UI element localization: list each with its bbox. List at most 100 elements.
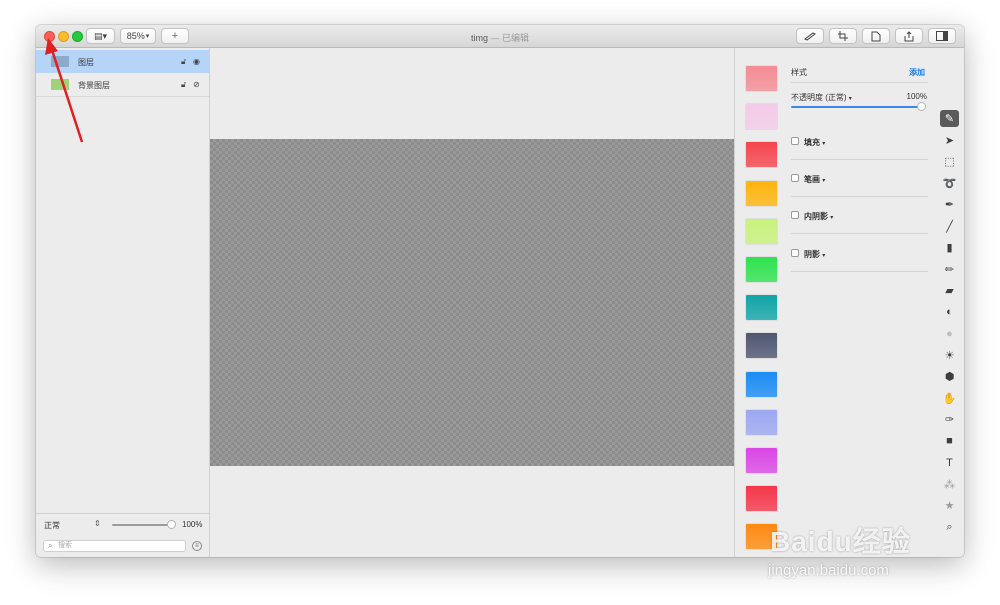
watermark-url: jingyan.baidu.com xyxy=(768,562,889,579)
effect-shadow[interactable]: 阴影 ▾ xyxy=(791,235,928,272)
style-opacity-knob[interactable] xyxy=(917,102,926,111)
effect-stroke[interactable]: 笔画 ▾ xyxy=(791,160,928,197)
styles-title: 样式 xyxy=(791,68,807,77)
blend-bar: 正常 ⇕ 100% xyxy=(36,513,209,535)
eye-hidden-icon[interactable]: ⊘ xyxy=(193,80,200,89)
chevron-down-icon: ▾ xyxy=(822,141,826,147)
style-swatch[interactable] xyxy=(746,295,777,321)
unlock-icon[interactable]: 🔓︎ xyxy=(181,80,186,90)
style-swatch[interactable] xyxy=(746,104,777,130)
style-opacity: 不透明度 (正常) ▾ 100% xyxy=(791,92,928,112)
pen-stroke-icon xyxy=(804,32,816,41)
chevron-down-icon: ▾ xyxy=(822,253,826,259)
divider xyxy=(36,96,209,97)
shadow-label: 阴影 xyxy=(804,250,820,259)
color-adjust-icon[interactable]: ⁂ xyxy=(940,476,959,493)
style-swatch[interactable] xyxy=(746,218,777,244)
text-icon[interactable]: T xyxy=(940,454,959,471)
new-document-button[interactable] xyxy=(862,28,890,44)
draw-tool-button[interactable] xyxy=(796,28,824,44)
filter-icon[interactable]: ≡ xyxy=(192,541,202,551)
style-swatch[interactable] xyxy=(746,333,777,359)
blur-icon[interactable]: ● xyxy=(940,325,959,342)
shadow-checkbox[interactable] xyxy=(791,249,799,257)
pencil-icon[interactable]: ✏ xyxy=(940,261,959,278)
opacity-slider[interactable] xyxy=(112,524,170,526)
opacity-mode-dropdown[interactable]: 不透明度 (正常) ▾ xyxy=(791,93,852,102)
window-title: timg — 已编辑 xyxy=(36,31,964,44)
lasso-icon[interactable]: ➰ xyxy=(940,175,959,192)
clone-icon[interactable]: ✋ xyxy=(940,390,959,407)
inner-shadow-label: 内阴影 xyxy=(804,212,828,221)
document-name: timg xyxy=(470,33,488,43)
effect-inner-shadow[interactable]: 内阴影 ▾ xyxy=(791,197,928,234)
tools-toolbar: ✎ ➤ ⬚ ➰ ✒ ╱ ▮ ✏ ▰ ◐ ● ☀ ⬢ ✋ ✑ ■ T ⁂ ★ ⌕ xyxy=(938,48,964,557)
title-bar: ▤▾ 85% ▾ + timg — 已编辑 xyxy=(36,25,964,48)
shape-icon[interactable]: ■ xyxy=(940,433,959,450)
star-icon[interactable]: ★ xyxy=(940,497,959,514)
style-swatch[interactable] xyxy=(746,409,777,435)
pointer-icon[interactable]: ➤ xyxy=(940,132,959,149)
stroke-label: 笔画 xyxy=(804,175,820,184)
style-brush-icon[interactable]: ✎ xyxy=(940,110,959,127)
canvas-area xyxy=(210,48,734,557)
layer-row[interactable]: 图层 🔓︎ ◉ xyxy=(36,50,209,73)
layer-name: 图层 xyxy=(78,58,94,67)
inner-shadow-checkbox[interactable] xyxy=(791,211,799,219)
eraser-icon[interactable]: ▰ xyxy=(940,282,959,299)
paint-brush-icon[interactable]: ╱ xyxy=(940,218,959,235)
chevron-down-icon: ▾ xyxy=(830,215,834,221)
zoom-icon[interactable]: ⌕ xyxy=(940,519,959,536)
layer-thumbnail xyxy=(51,56,69,67)
layer-row[interactable]: 背景图层 🔓︎ ⊘ xyxy=(36,73,209,96)
style-swatch[interactable] xyxy=(746,486,777,512)
eye-icon[interactable]: ◉ xyxy=(193,57,200,66)
blend-opacity-value: 100% xyxy=(182,520,203,529)
app-window: ▤▾ 85% ▾ + timg — 已编辑 图层 🔓︎ ◉ 背景图层 🔓︎ ⊘ … xyxy=(36,25,964,557)
watermark-logo: Baidu经验 xyxy=(770,526,911,557)
layers-panel: 图层 🔓︎ ◉ 背景图层 🔓︎ ⊘ 正常 ⇕ 100% ⌕ 搜索 ≡ xyxy=(36,48,210,557)
layer-thumbnail xyxy=(51,79,69,90)
edited-status: 已编辑 xyxy=(502,33,530,43)
pen-icon[interactable]: ✑ xyxy=(940,411,959,428)
search-placeholder: 搜索 xyxy=(58,542,72,549)
chevron-down-icon: ▾ xyxy=(848,96,852,102)
style-swatch[interactable] xyxy=(746,371,777,397)
up-down-chevron-icon: ⇕ xyxy=(94,519,101,528)
share-button[interactable] xyxy=(895,28,923,44)
style-swatch[interactable] xyxy=(746,257,777,282)
burn-icon[interactable]: ⬢ xyxy=(940,368,959,385)
fill-label: 填充 xyxy=(804,138,820,147)
add-style-button[interactable]: 添加 xyxy=(909,67,925,78)
opacity-label: 不透明度 (正常) xyxy=(791,93,847,102)
unlock-icon[interactable]: 🔓︎ xyxy=(181,57,186,67)
style-swatch[interactable] xyxy=(746,180,777,206)
rect-select-icon[interactable]: ⬚ xyxy=(940,153,959,170)
crop-icon xyxy=(838,31,848,41)
document-icon xyxy=(871,31,881,41)
fill-checkbox[interactable] xyxy=(791,137,799,145)
blend-mode-select[interactable]: 正常 xyxy=(44,520,60,531)
sidebar-right-icon xyxy=(936,31,948,41)
transparent-canvas[interactable] xyxy=(210,139,734,466)
style-opacity-slider[interactable] xyxy=(791,106,922,108)
style-swatch[interactable] xyxy=(746,66,777,91)
dodge-icon[interactable]: ☀ xyxy=(940,347,959,364)
search-icon: ⌕ xyxy=(48,541,53,550)
share-icon xyxy=(904,30,914,41)
style-swatch[interactable] xyxy=(746,448,777,473)
inspector-panel: 样式 添加 不透明度 (正常) ▾ 100% 填充 ▾ 笔画 ▾ 内阴影 ▾ 阴… xyxy=(734,48,964,557)
inspector-toggle-button[interactable] xyxy=(928,28,956,44)
smudge-icon[interactable]: ◐ xyxy=(940,304,959,321)
crop-button[interactable] xyxy=(829,28,857,44)
style-swatch[interactable] xyxy=(746,142,777,168)
search-input[interactable]: ⌕ 搜索 xyxy=(43,540,186,552)
opacity-slider-knob[interactable] xyxy=(167,520,176,529)
color-picker-icon[interactable]: ✒ xyxy=(940,196,959,213)
effect-fill[interactable]: 填充 ▾ xyxy=(791,123,928,160)
chevron-down-icon: ▾ xyxy=(822,178,826,184)
opacity-value: 100% xyxy=(906,92,927,101)
stroke-checkbox[interactable] xyxy=(791,174,799,182)
paint-bucket-icon[interactable]: ▮ xyxy=(940,239,959,256)
title-separator: — xyxy=(490,33,500,43)
